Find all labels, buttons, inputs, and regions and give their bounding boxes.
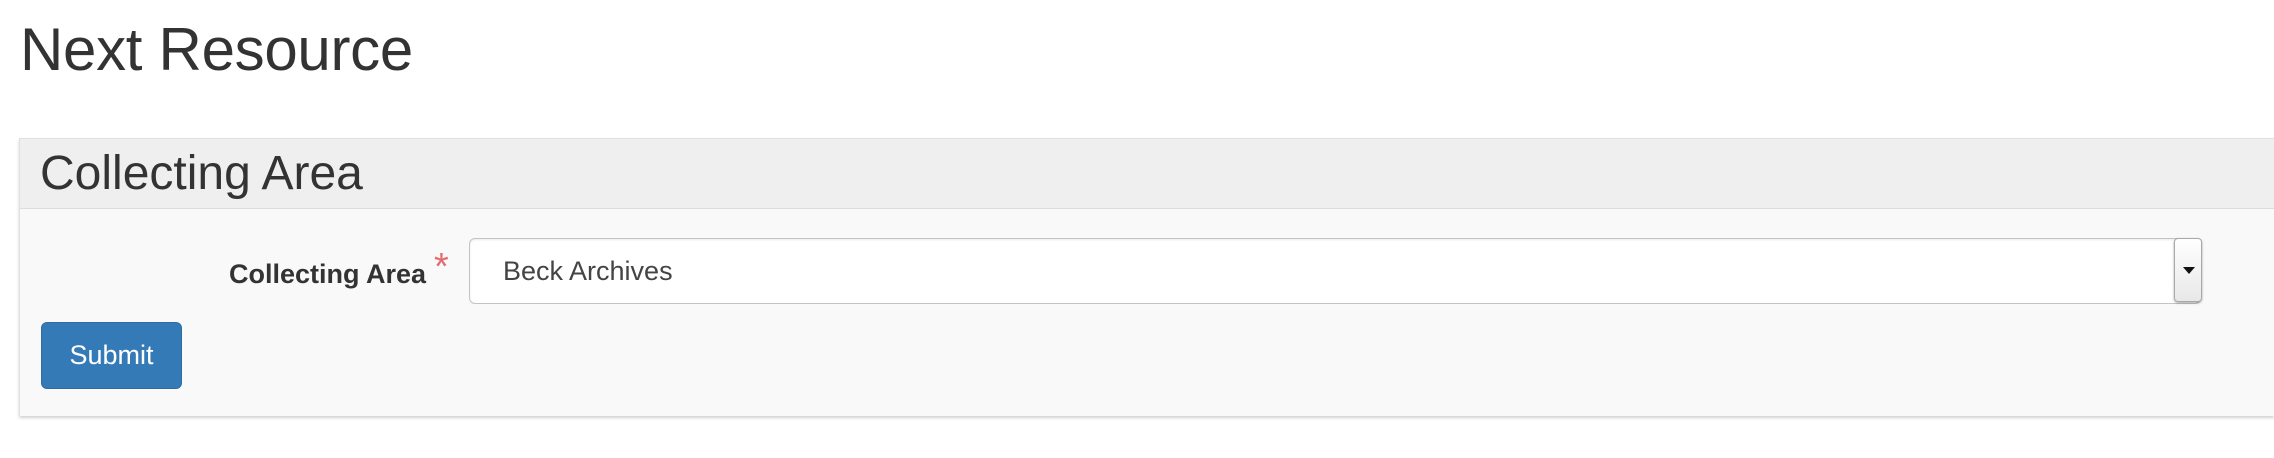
collecting-area-label: Collecting Area xyxy=(228,259,426,289)
page-title: Next Resource xyxy=(20,16,413,83)
submit-button[interactable]: Submit xyxy=(41,322,182,389)
panel-title: Collecting Area xyxy=(40,147,363,200)
collecting-area-select[interactable]: Beck Archives xyxy=(469,238,2202,304)
collecting-area-selected-value: Beck Archives xyxy=(503,256,673,286)
required-icon: * xyxy=(434,246,449,288)
panel-heading: Collecting Area xyxy=(20,139,2274,209)
collecting-area-panel: Collecting Area Collecting Area * Beck A… xyxy=(19,138,2274,416)
page: Next Resource Collecting Area Collecting… xyxy=(0,0,2274,458)
select-arrow-button[interactable] xyxy=(2174,238,2202,302)
chevron-down-icon xyxy=(2183,267,2195,274)
